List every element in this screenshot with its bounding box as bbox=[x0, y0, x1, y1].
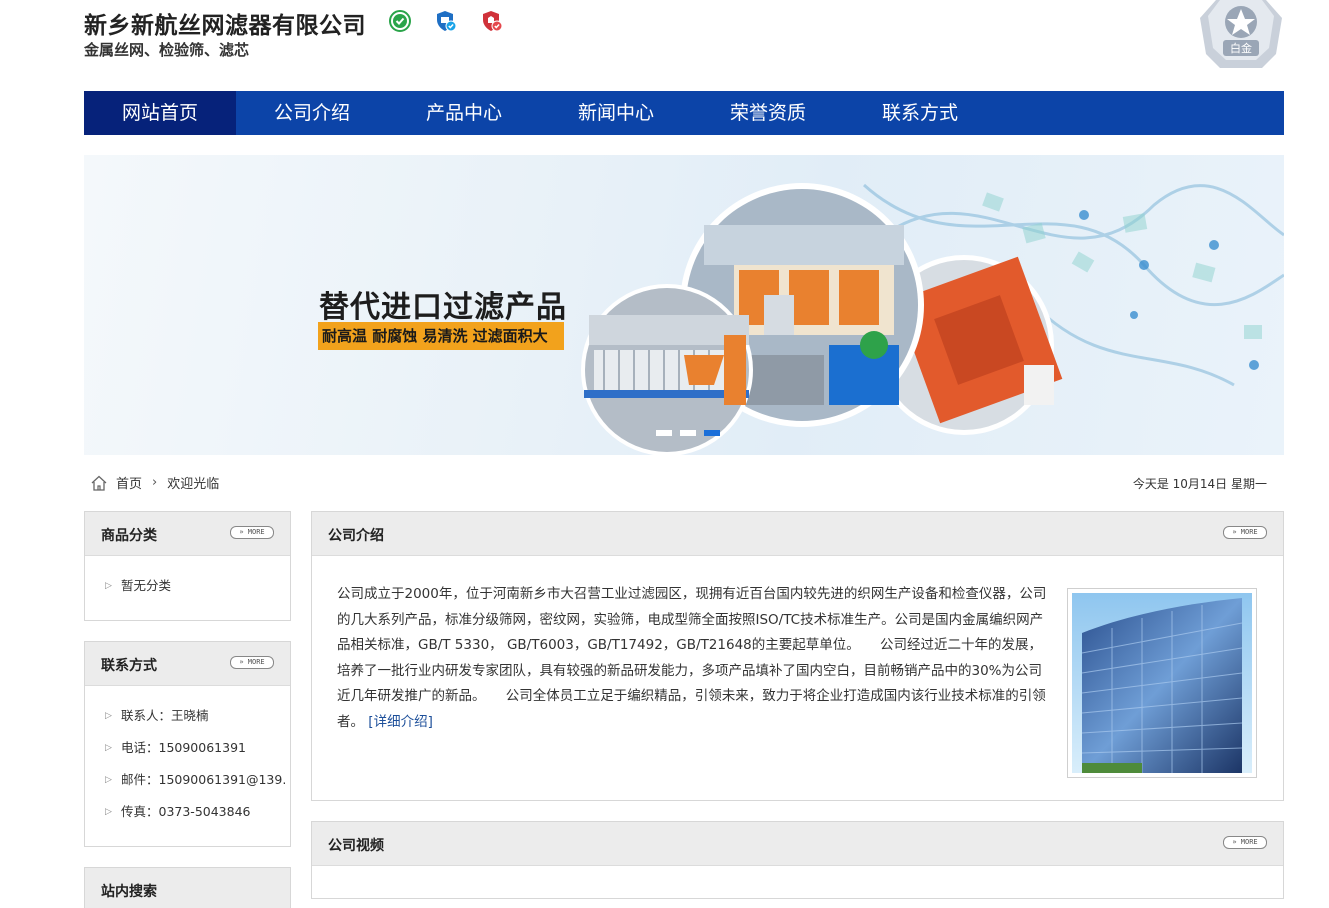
slider-dot-1[interactable] bbox=[656, 430, 672, 436]
contact-phone: ▷ 电话：15090061391 bbox=[105, 732, 290, 764]
contact-panel: 联系方式 » MORE ▷ 联系人：王晓楠 ▷ 电话：15090061391 ▷ 邮件… bbox=[84, 641, 291, 847]
breadcrumb-current: 欢迎光临 bbox=[167, 477, 220, 492]
verified-green-icon[interactable] bbox=[388, 9, 412, 33]
platinum-level-icon: 白金 bbox=[1200, 0, 1282, 68]
panel-header: 站内搜索 bbox=[85, 868, 290, 908]
chevron-right-icon: › bbox=[152, 475, 158, 490]
categories-more-button[interactable]: » MORE bbox=[230, 526, 274, 539]
intro-panel: 公司介绍 » MORE 公司成立于2000年，位于河南新乡市大召营工业过滤园区，… bbox=[311, 511, 1284, 801]
contact-list: ▷ 联系人：王晓楠 ▷ 电话：15090061391 ▷ 邮件：15090061391… bbox=[85, 686, 290, 828]
site-header: 新乡新航丝网滤器有限公司 金属丝网、检验筛、滤芯 白金 bbox=[84, 0, 1284, 90]
caret-right-icon: ▷ bbox=[105, 743, 112, 753]
nav-item-honors[interactable]: 荣誉资质 bbox=[692, 91, 844, 135]
company-building-image[interactable] bbox=[1067, 588, 1257, 778]
intro-detail-link[interactable]: [详细介绍] bbox=[368, 714, 433, 730]
search-title: 站内搜索 bbox=[101, 884, 157, 900]
caret-right-icon: ▷ bbox=[105, 711, 112, 721]
nav-item-products[interactable]: 产品中心 bbox=[388, 91, 540, 135]
contact-fax: ▷ 传真：0373-5043846 bbox=[105, 796, 290, 828]
list-item[interactable]: ▷ 暂无分类 bbox=[105, 570, 290, 602]
contact-email: ▷ 邮件：15090061391@139. bbox=[105, 764, 290, 796]
slider-dots bbox=[656, 430, 720, 436]
contact-person: ▷ 联系人：王晓楠 bbox=[105, 700, 290, 732]
caret-right-icon: ▷ bbox=[105, 581, 112, 591]
panel-header: 联系方式 » MORE bbox=[85, 642, 290, 686]
main-nav: 网站首页 公司介绍 产品中心 新闻中心 荣誉资质 联系方式 bbox=[84, 91, 1284, 135]
caret-right-icon: ▷ bbox=[105, 775, 112, 785]
panel-header: 商品分类 » MORE bbox=[85, 512, 290, 556]
banner-tagline: 耐高温 耐腐蚀 易清洗 过滤面积大 bbox=[318, 322, 564, 350]
date-text: 今天是 10月14日 星期一 bbox=[1132, 477, 1267, 491]
company-subtitle: 金属丝网、检验筛、滤芯 bbox=[84, 41, 250, 59]
intro-text: 公司成立于2000年，位于河南新乡市大召营工业过滤园区，现拥有近百台国内较先进的… bbox=[337, 582, 1047, 735]
panel-header: 公司介绍 » MORE bbox=[312, 512, 1283, 556]
shield-red-icon[interactable] bbox=[480, 9, 504, 33]
slider-dot-3[interactable] bbox=[704, 430, 720, 436]
intro-more-button[interactable]: » MORE bbox=[1223, 526, 1267, 539]
breadcrumb: 首页 › 欢迎光临 bbox=[90, 473, 219, 492]
video-title: 公司视频 bbox=[328, 838, 384, 854]
contact-title: 联系方式 bbox=[101, 658, 157, 674]
company-name[interactable]: 新乡新航丝网滤器有限公司 bbox=[84, 6, 366, 40]
building-image bbox=[1072, 593, 1252, 773]
badge-row bbox=[388, 9, 504, 33]
nav-item-about[interactable]: 公司介绍 bbox=[236, 91, 388, 135]
categories-list: ▷ 暂无分类 bbox=[85, 556, 290, 602]
video-more-button[interactable]: » MORE bbox=[1223, 836, 1267, 849]
panel-header: 公司视频 » MORE bbox=[312, 822, 1283, 866]
nav-item-news[interactable]: 新闻中心 bbox=[540, 91, 692, 135]
video-panel: 公司视频 » MORE bbox=[311, 821, 1284, 899]
categories-panel: 商品分类 » MORE ▷ 暂无分类 bbox=[84, 511, 291, 621]
home-icon bbox=[91, 475, 107, 491]
banner-title: 替代进口过滤产品 bbox=[319, 290, 567, 325]
categories-title: 商品分类 bbox=[101, 528, 157, 544]
intro-body: 公司成立于2000年，位于河南新乡市大召营工业过滤园区，现拥有近百台国内较先进的… bbox=[337, 586, 1047, 730]
svg-text:白金: 白金 bbox=[1230, 41, 1252, 55]
nav-item-home[interactable]: 网站首页 bbox=[84, 91, 236, 135]
shield-blue-icon[interactable] bbox=[434, 9, 458, 33]
banner-artwork bbox=[581, 183, 1284, 455]
intro-title: 公司介绍 bbox=[328, 528, 384, 544]
contact-more-button[interactable]: » MORE bbox=[230, 656, 274, 669]
search-panel: 站内搜索 bbox=[84, 867, 291, 908]
hero-banner[interactable]: 替代进口过滤产品 耐高温 耐腐蚀 易清洗 过滤面积大 bbox=[84, 155, 1284, 455]
caret-right-icon: ▷ bbox=[105, 807, 112, 817]
breadcrumb-home[interactable]: 首页 bbox=[116, 473, 142, 492]
nav-item-contact[interactable]: 联系方式 bbox=[844, 91, 996, 135]
slider-dot-2[interactable] bbox=[680, 430, 696, 436]
